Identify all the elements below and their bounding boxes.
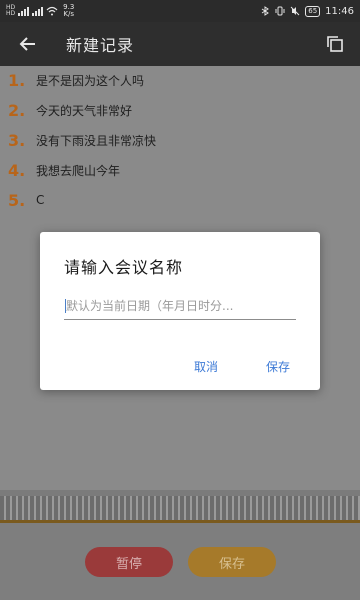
status-bar: HD HD 9.3 K/s 65 11:46 [0, 0, 360, 22]
net-speed: 9.3 K/s [63, 4, 74, 18]
meeting-name-dialog: 请输入会议名称 取消 保存 [40, 232, 320, 390]
dialog-title: 请输入会议名称 [64, 258, 184, 277]
list-item[interactable]: 3. 没有下雨没且非常凉快 [8, 128, 156, 152]
list-item[interactable]: 5. C [8, 188, 44, 212]
battery-level: 65 [305, 5, 321, 17]
line-text: 我想去爬山今年 [36, 163, 121, 178]
line-text: 今天的天气非常好 [36, 103, 133, 118]
line-number: 3. [8, 130, 26, 150]
status-right: 65 11:46 [260, 5, 354, 17]
page-title: 新建记录 [66, 36, 135, 55]
signal-1-icon [18, 6, 30, 16]
line-number: 4. [8, 160, 26, 180]
mute-icon [290, 6, 300, 16]
list-item[interactable]: 4. 我想去爬山今年 [8, 158, 120, 182]
signal-2-icon [32, 6, 44, 16]
copy-button[interactable] [320, 29, 350, 59]
meeting-name-input[interactable] [64, 292, 296, 320]
line-text: 没有下雨没且非常凉快 [36, 133, 157, 148]
list-item[interactable]: 2. 今天的天气非常好 [8, 98, 132, 122]
status-left: HD HD 9.3 K/s [6, 4, 74, 18]
copy-icon [327, 36, 343, 52]
save-button[interactable]: 保存 [266, 358, 290, 375]
save-record-button[interactable]: 保存 [188, 547, 276, 577]
audio-waveform [0, 496, 360, 522]
bluetooth-icon [261, 6, 270, 16]
bottom-controls: 暂停 保存 [0, 523, 360, 600]
line-number: 2. [8, 100, 26, 120]
arrow-left-icon [19, 37, 35, 51]
status-time: 11:46 [325, 5, 354, 17]
pause-button[interactable]: 暂停 [85, 547, 173, 577]
vibrate-icon [275, 6, 285, 16]
sim-labels: HD HD [6, 5, 15, 17]
net-speed-unit: K/s [63, 10, 75, 18]
list-item[interactable]: 1. 是不是因为这个人吗 [8, 68, 144, 92]
text-caret [65, 299, 66, 313]
line-number: 5. [8, 190, 26, 210]
cancel-button[interactable]: 取消 [194, 358, 218, 375]
app-bar: 新建记录 [0, 22, 360, 66]
back-button[interactable] [6, 22, 50, 66]
wifi-icon [46, 6, 58, 16]
line-number: 1. [8, 70, 26, 90]
line-text: 是不是因为这个人吗 [36, 73, 145, 88]
line-text: C [36, 193, 45, 207]
sim2-label: HD [6, 10, 16, 17]
